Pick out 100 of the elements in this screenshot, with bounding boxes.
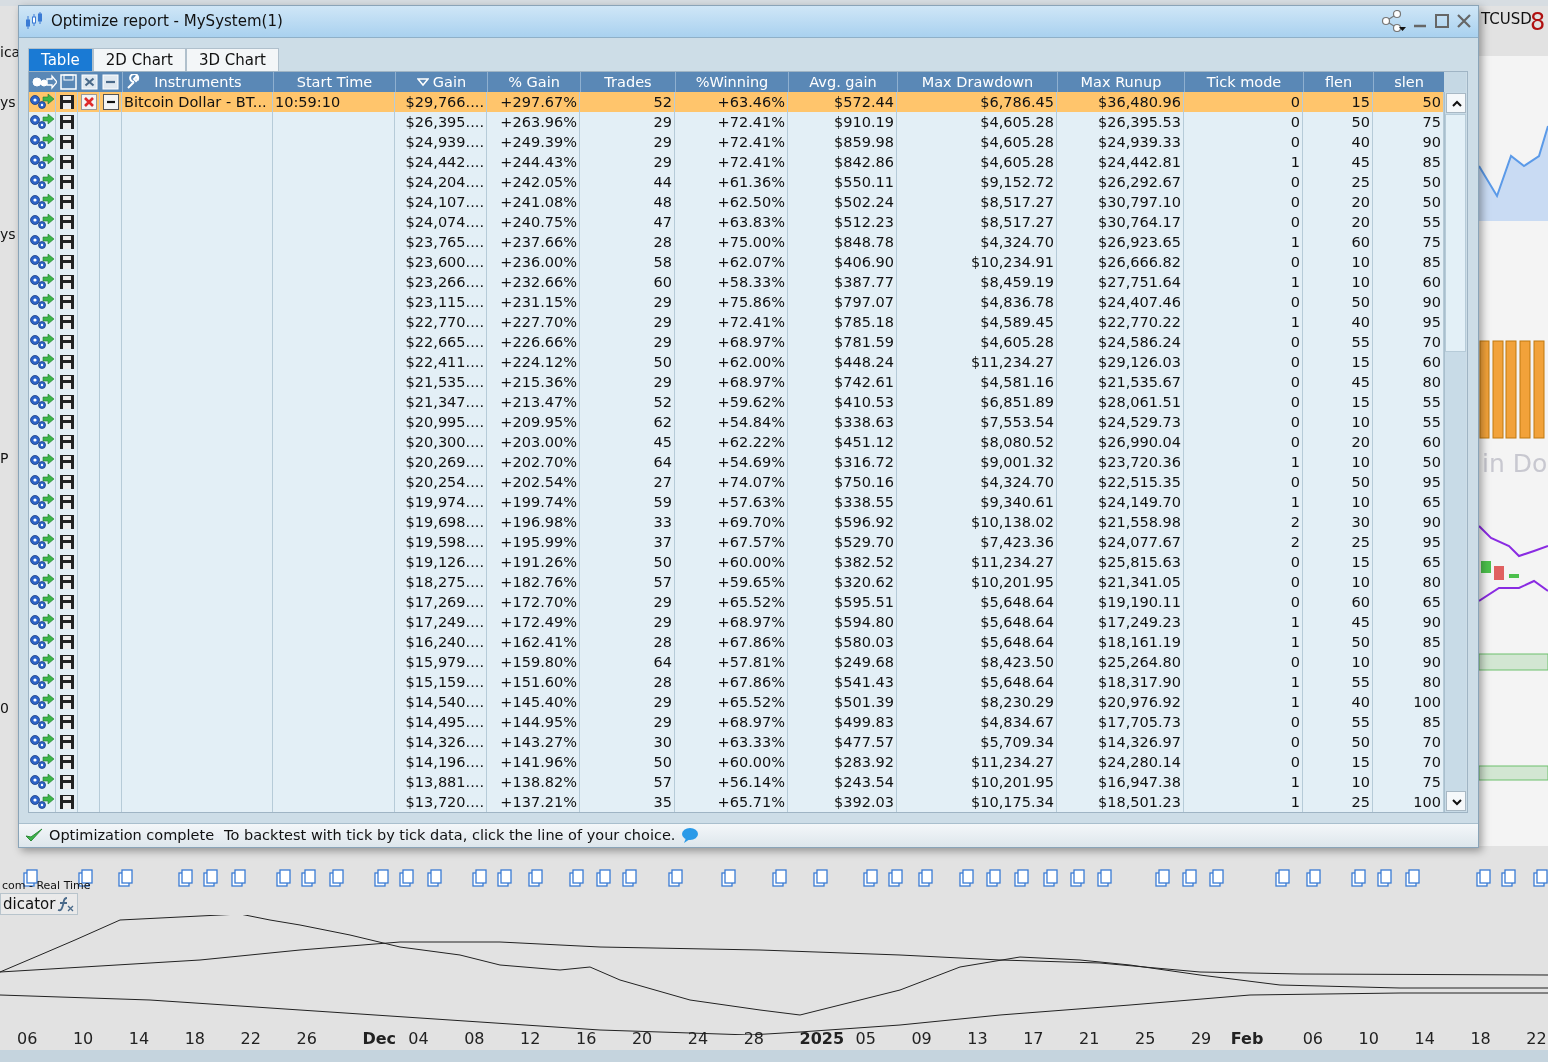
run-icon[interactable] — [29, 412, 55, 431]
close-icon[interactable] — [1456, 13, 1472, 30]
table-row[interactable]: $23,765.... +237.66% 28 +75.00% $848.78 $4,324.70 $26,923.65 1 60 75 — [29, 231, 1444, 252]
table-row[interactable]: $19,126.... +191.26% 50 +60.00% $382.52 $11,234.27 $25,815.63 0 15 65 — [29, 551, 1444, 572]
save-icon[interactable] — [58, 213, 75, 230]
column-header[interactable]: Gain — [395, 71, 487, 92]
scrollbar[interactable] — [1444, 91, 1466, 812]
scroll-down-icon[interactable] — [1446, 790, 1466, 811]
table-row[interactable]: $24,204.... +242.05% 44 +61.36% $550.11 $9,152.72 $26,292.67 0 25 50 — [29, 171, 1444, 192]
run-icon[interactable] — [29, 292, 55, 311]
save-icon[interactable] — [58, 513, 75, 530]
table-row[interactable]: $13,720.... +137.21% 35 +65.71% $392.03 $10,175.34 $18,501.23 1 25 100 — [29, 791, 1444, 812]
collapse-icon[interactable] — [102, 93, 119, 110]
share-icon[interactable] — [1380, 10, 1406, 33]
table-row[interactable]: $14,326.... +143.27% 30 +63.33% $477.57 $5,709.34 $14,326.97 0 50 70 — [29, 731, 1444, 752]
table-row[interactable]: $24,107.... +241.08% 48 +62.50% $502.24 $8,517.27 $30,797.10 0 20 50 — [29, 191, 1444, 212]
table-row[interactable]: $17,269.... +172.70% 29 +65.52% $595.51 $5,648.64 $19,190.11 0 60 65 — [29, 591, 1444, 612]
run-icon[interactable] — [29, 592, 55, 611]
save-icon[interactable] — [58, 193, 75, 210]
indicator-label[interactable]: dicator — [0, 893, 79, 915]
table-row[interactable]: $18,275.... +182.76% 57 +59.65% $320.62 $10,201.95 $21,341.05 0 10 80 — [29, 571, 1444, 592]
save-icon[interactable] — [58, 713, 75, 730]
save-icon[interactable] — [58, 293, 75, 310]
save-icon[interactable] — [58, 533, 75, 550]
table-row[interactable]: $22,411.... +224.12% 50 +62.00% $448.24 $11,234.27 $29,126.03 0 15 60 — [29, 351, 1444, 372]
table-row[interactable]: $20,254.... +202.54% 27 +74.07% $750.16 $4,324.70 $22,515.35 0 50 95 — [29, 471, 1444, 492]
column-header[interactable]: Trades — [580, 71, 675, 92]
table-row[interactable]: $14,540.... +145.40% 29 +65.52% $501.39 $8,230.29 $20,976.92 1 40 100 — [29, 691, 1444, 712]
save-icon[interactable] — [58, 173, 75, 190]
table-row[interactable]: $15,979.... +159.80% 64 +57.81% $249.68 $8,423.50 $25,264.80 0 10 90 — [29, 651, 1444, 672]
run-icon[interactable] — [29, 732, 55, 751]
column-header[interactable]: flen — [1303, 71, 1373, 92]
save-icon[interactable] — [58, 273, 75, 290]
run-icon[interactable] — [29, 752, 55, 771]
delete-all-icon[interactable] — [81, 73, 99, 90]
run-icon[interactable] — [29, 772, 55, 791]
table-row[interactable]: $22,665.... +226.66% 29 +68.97% $781.59 $4,605.28 $24,586.24 0 55 70 — [29, 331, 1444, 352]
run-icon[interactable] — [29, 512, 55, 531]
column-header[interactable]: %Winning — [675, 71, 788, 92]
table-row[interactable]: $19,698.... +196.98% 33 +69.70% $596.92 $10,138.02 $21,558.98 2 30 90 — [29, 511, 1444, 532]
tab[interactable]: 3D Chart — [185, 47, 279, 71]
run-icon[interactable] — [29, 552, 55, 571]
save-icon[interactable] — [58, 253, 75, 270]
run-icon[interactable] — [29, 492, 55, 511]
run-icon[interactable] — [29, 632, 55, 651]
run-icon[interactable] — [29, 532, 55, 551]
column-header[interactable]: Max Runup — [1057, 71, 1184, 92]
table-row[interactable]: $17,249.... +172.49% 29 +68.97% $594.80 $5,648.64 $17,249.23 1 45 90 — [29, 611, 1444, 632]
save-icon[interactable] — [58, 653, 75, 670]
save-icon[interactable] — [58, 93, 75, 110]
run-icon[interactable] — [29, 392, 55, 411]
run-icon[interactable] — [29, 92, 55, 111]
table-row[interactable]: $24,442.... +244.43% 29 +72.41% $842.86 $4,605.28 $24,442.81 1 45 85 — [29, 151, 1444, 172]
save-icon[interactable] — [58, 313, 75, 330]
run-icon[interactable] — [29, 432, 55, 451]
save-icon[interactable] — [58, 113, 75, 130]
table-row[interactable]: Bitcoin Dollar - BT... 10:59:10 $29,766.... +297.67% 52 +63.46% $572.44 $6,786.45 $36,480.96 0 15 50 — [29, 91, 1444, 112]
column-header[interactable]: Max Drawdown — [897, 71, 1057, 92]
table-row[interactable]: $15,159.... +151.60% 28 +67.86% $541.43 $5,648.64 $18,317.90 1 55 80 — [29, 671, 1444, 692]
save-icon[interactable] — [58, 393, 75, 410]
table-row[interactable]: $26,395.... +263.96% 29 +72.41% $910.19 $4,605.28 $26,395.53 0 50 75 — [29, 111, 1444, 132]
scrollbar-thumb[interactable] — [1445, 113, 1466, 352]
save-icon[interactable] — [58, 413, 75, 430]
maximize-icon[interactable] — [1434, 13, 1450, 30]
wrench-icon[interactable] — [125, 73, 141, 90]
run-icon[interactable] — [29, 212, 55, 231]
run-icon[interactable] — [29, 132, 55, 151]
save-icon[interactable] — [58, 333, 75, 350]
save-icon[interactable] — [58, 633, 75, 650]
table-row[interactable]: $14,196.... +141.96% 50 +60.00% $283.92 $11,234.27 $24,280.14 0 15 70 — [29, 751, 1444, 772]
run-icon[interactable] — [29, 652, 55, 671]
run-icon[interactable] — [29, 312, 55, 331]
table-row[interactable]: $24,939.... +249.39% 29 +72.41% $859.98 $4,605.28 $24,939.33 0 40 90 — [29, 131, 1444, 152]
save-icon[interactable] — [58, 133, 75, 150]
run-icon[interactable] — [29, 192, 55, 211]
save-icon[interactable] — [58, 233, 75, 250]
run-icon[interactable] — [29, 572, 55, 591]
table-row[interactable]: $20,300.... +203.00% 45 +62.22% $451.12 $8,080.52 $26,990.04 0 20 60 — [29, 431, 1444, 452]
save-icon[interactable] — [58, 613, 75, 630]
table-row[interactable]: $13,881.... +138.82% 57 +56.14% $243.54 $10,201.95 $16,947.38 1 10 75 — [29, 771, 1444, 792]
table-row[interactable]: $24,074.... +240.75% 47 +63.83% $512.23 $8,517.27 $30,764.17 0 20 55 — [29, 211, 1444, 232]
table-row[interactable]: $19,974.... +199.74% 59 +57.63% $338.55 $9,340.61 $24,149.70 1 10 65 — [29, 491, 1444, 512]
save-icon[interactable] — [58, 593, 75, 610]
save-icon[interactable] — [58, 493, 75, 510]
table-row[interactable]: $19,598.... +195.99% 37 +67.57% $529.70 $7,423.36 $24,077.67 2 25 95 — [29, 531, 1444, 552]
table-row[interactable]: $20,269.... +202.70% 64 +54.69% $316.72 $9,001.32 $23,720.36 1 10 50 — [29, 451, 1444, 472]
run-icon[interactable] — [29, 792, 55, 811]
table-row[interactable]: $20,995.... +209.95% 62 +54.84% $338.63 $7,553.54 $24,529.73 0 10 55 — [29, 411, 1444, 432]
column-header[interactable]: Instruments — [122, 71, 273, 92]
column-header[interactable]: Tick mode — [1184, 71, 1303, 92]
table-row[interactable]: $14,495.... +144.95% 29 +68.97% $499.83 $4,834.67 $17,705.73 0 55 85 — [29, 711, 1444, 732]
run-icon[interactable] — [29, 672, 55, 691]
save-icon[interactable] — [58, 773, 75, 790]
save-icon[interactable] — [58, 453, 75, 470]
table-row[interactable]: $23,115.... +231.15% 29 +75.86% $797.07 $4,836.78 $24,407.46 0 50 90 — [29, 291, 1444, 312]
save-icon[interactable] — [58, 473, 75, 490]
run-icon[interactable] — [29, 252, 55, 271]
save-icon[interactable] — [58, 433, 75, 450]
run-icon[interactable] — [29, 452, 55, 471]
save-icon[interactable] — [58, 353, 75, 370]
